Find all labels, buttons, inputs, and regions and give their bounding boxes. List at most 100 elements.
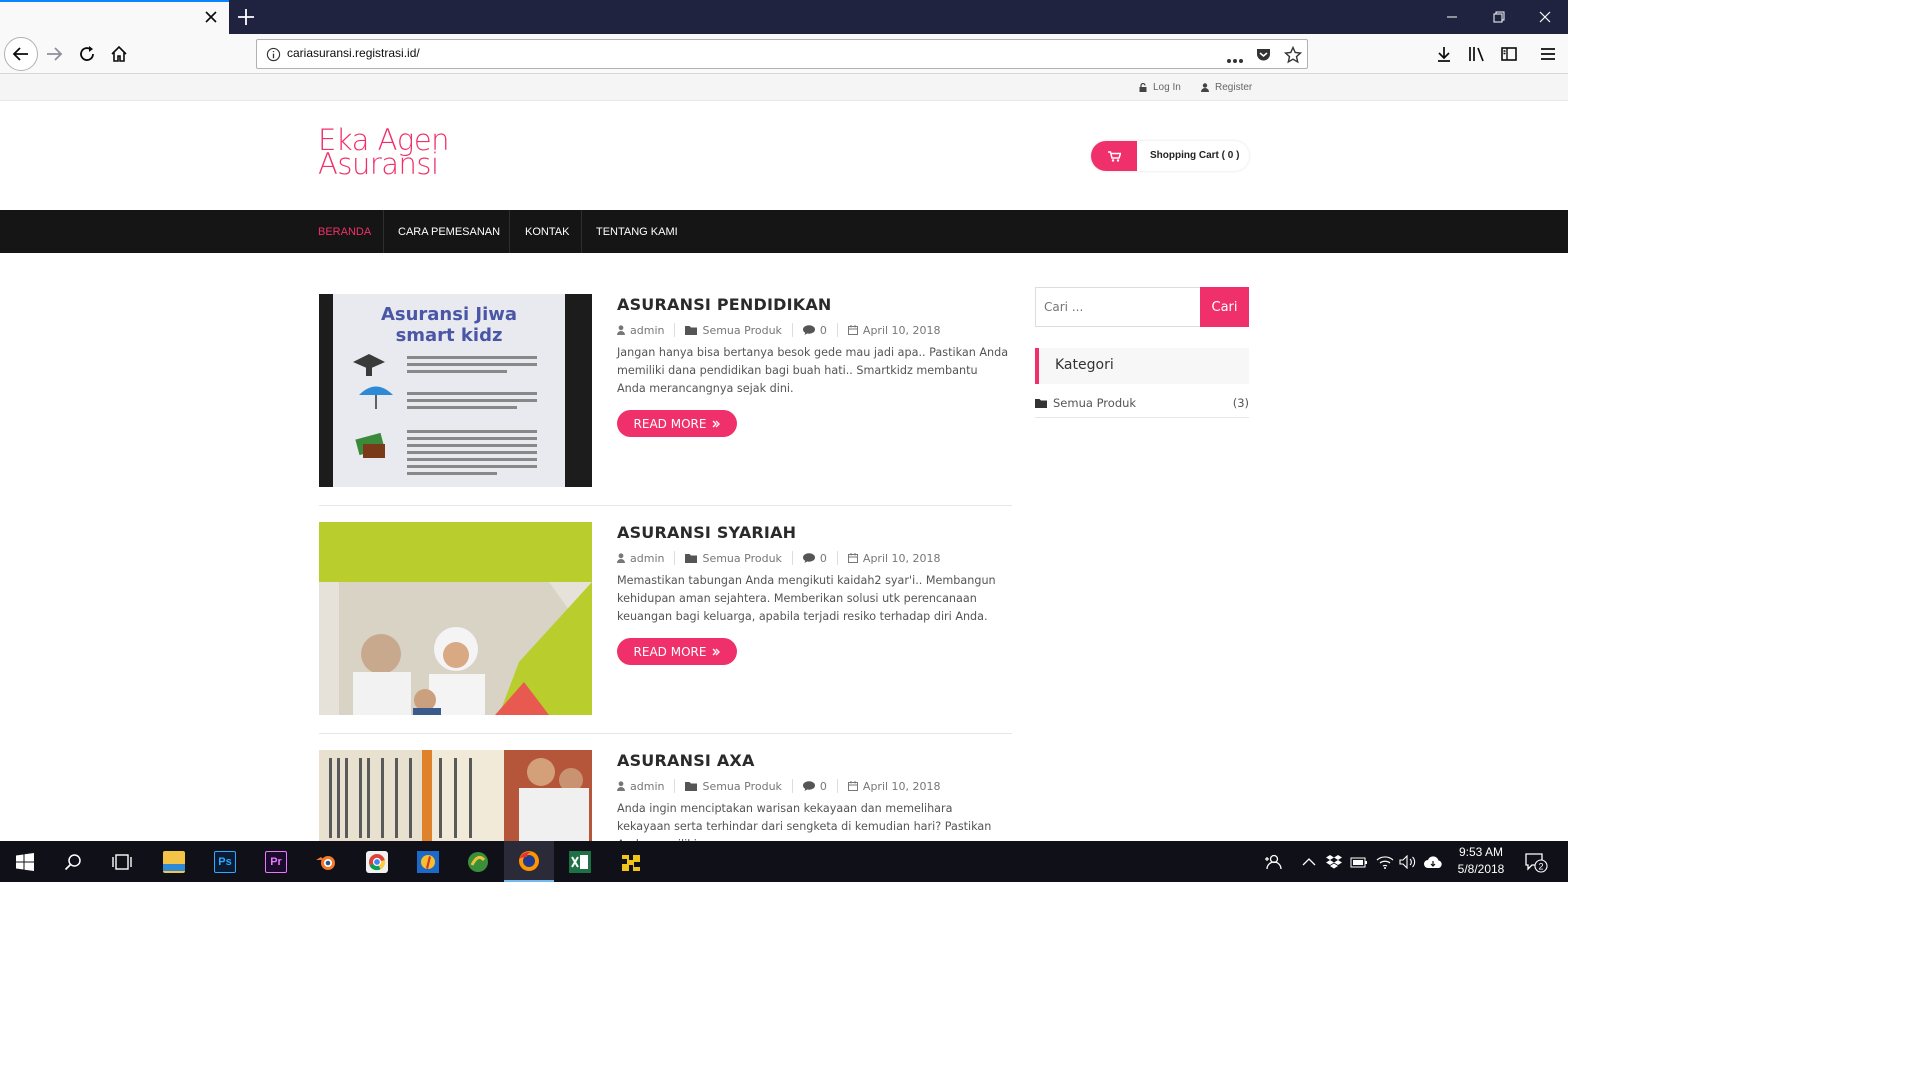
site-info-icon[interactable] xyxy=(266,47,281,66)
register-link[interactable]: Register xyxy=(1201,82,1252,93)
read-more-label[interactable]: READ MORE xyxy=(634,645,707,659)
post-title[interactable]: ASURANSI SYARIAH xyxy=(617,523,796,542)
search-icon[interactable] xyxy=(48,841,98,882)
more-actions-icon[interactable] xyxy=(1226,50,1244,69)
system-clock[interactable]: 9:53 AM 5/8/2018 xyxy=(1448,844,1514,878)
new-tab-icon[interactable] xyxy=(236,7,256,27)
author-name[interactable]: admin xyxy=(630,324,664,337)
post-date: April 10, 2018 xyxy=(847,551,941,565)
category-item-name[interactable]: Semua Produk xyxy=(1053,396,1136,410)
shopping-cart-button[interactable]: Shopping Cart ( 0 ) xyxy=(1091,141,1249,171)
site-logo[interactable]: Eka Agen Asuransi xyxy=(318,126,558,179)
firefox-icon[interactable] xyxy=(504,841,554,882)
read-more-button[interactable]: READ MORE xyxy=(617,638,737,665)
restore-icon[interactable] xyxy=(1475,0,1522,34)
category-name[interactable]: Semua Produk xyxy=(702,780,781,793)
top-bar: Log In Register xyxy=(0,74,1568,101)
sidebar-icon[interactable] xyxy=(1493,38,1525,70)
post-title[interactable]: ASURANSI AXA xyxy=(617,751,755,770)
chrome-icon[interactable] xyxy=(352,841,402,882)
brand-line-2[interactable]: Asuransi xyxy=(318,150,558,179)
category-name[interactable]: Semua Produk xyxy=(702,324,781,337)
comment-count[interactable]: 0 xyxy=(820,780,827,793)
login-label[interactable]: Log In xyxy=(1153,82,1181,93)
category-heading: Kategori xyxy=(1055,357,1114,373)
browser-tab[interactable] xyxy=(0,0,229,34)
volume-icon[interactable] xyxy=(1399,841,1417,882)
main-menu: BERANDA CARA PEMESANAN KONTAK TENTANG KA… xyxy=(0,210,1568,253)
cart-icon[interactable] xyxy=(1091,141,1137,171)
search-form: Cari xyxy=(1035,287,1249,327)
task-view-icon[interactable] xyxy=(97,841,147,882)
post-comments[interactable]: 0 xyxy=(802,552,827,565)
menu-icon[interactable] xyxy=(1532,38,1564,70)
post-category[interactable]: Semua Produk xyxy=(685,552,782,565)
app-icon[interactable] xyxy=(403,841,453,882)
category-item[interactable]: Semua Produk (3) xyxy=(1035,394,1249,418)
menu-item-beranda[interactable]: BERANDA xyxy=(318,210,371,253)
clock-time[interactable]: 9:53 AM xyxy=(1448,844,1514,861)
clock-date[interactable]: 5/8/2018 xyxy=(1448,861,1514,878)
comment-count[interactable]: 0 xyxy=(820,324,827,337)
search-button[interactable]: Cari xyxy=(1200,287,1249,327)
post-thumbnail-pendidikan[interactable]: Asuransi Jiwa smart kidz xyxy=(319,294,592,487)
forward-icon[interactable] xyxy=(38,38,70,70)
photoshop-icon[interactable]: Ps xyxy=(200,841,250,882)
author-name[interactable]: admin xyxy=(630,780,664,793)
post-thumbnail-syariah[interactable] xyxy=(319,522,592,715)
dropbox-icon[interactable] xyxy=(1326,841,1342,882)
premiere-icon[interactable]: Pr xyxy=(251,841,301,882)
app-icon-2[interactable] xyxy=(606,841,656,882)
wifi-icon[interactable] xyxy=(1376,841,1394,882)
browser-tab-strip xyxy=(0,0,1568,34)
search-input[interactable] xyxy=(1035,287,1201,327)
menu-item-tentang-kami[interactable]: TENTANG KAMI xyxy=(596,210,678,253)
pocket-icon[interactable] xyxy=(1255,46,1272,67)
close-window-icon[interactable] xyxy=(1521,0,1568,34)
sketchup-icon[interactable] xyxy=(453,841,503,882)
post-author[interactable]: admin xyxy=(617,780,664,793)
login-link[interactable]: Log In xyxy=(1139,82,1181,93)
post-author[interactable]: admin xyxy=(617,552,664,565)
people-icon[interactable] xyxy=(1264,841,1282,882)
close-tab-icon[interactable] xyxy=(203,9,219,25)
bookmark-star-icon[interactable] xyxy=(1283,45,1303,68)
cart-label[interactable]: Shopping Cart ( 0 ) xyxy=(1150,150,1239,161)
blender-icon[interactable] xyxy=(302,841,352,882)
post-comments[interactable]: 0 xyxy=(802,780,827,793)
post-category[interactable]: Semua Produk xyxy=(685,324,782,337)
library-icon[interactable] xyxy=(1461,38,1493,70)
minimize-icon[interactable] xyxy=(1428,0,1475,34)
meta-divider xyxy=(674,551,676,565)
date-text: April 10, 2018 xyxy=(862,551,941,565)
start-icon[interactable] xyxy=(0,841,50,882)
post-thumbnail-axa[interactable] xyxy=(319,750,592,841)
comment-icon xyxy=(802,325,815,335)
menu-item-kontak[interactable]: KONTAK xyxy=(525,210,569,253)
cloud-icon[interactable] xyxy=(1423,841,1443,882)
reload-icon[interactable] xyxy=(71,38,103,70)
category-item-count: (3) xyxy=(1232,396,1249,410)
post-comments[interactable]: 0 xyxy=(802,324,827,337)
url-text[interactable]: cariasuransi.registrasi.id/ xyxy=(287,46,420,60)
post-title[interactable]: ASURANSI PENDIDIKAN xyxy=(617,295,832,314)
downloads-icon[interactable] xyxy=(1428,38,1460,70)
read-more-button[interactable]: READ MORE xyxy=(617,410,737,437)
comment-count[interactable]: 0 xyxy=(820,552,827,565)
author-name[interactable]: admin xyxy=(630,552,664,565)
thumb-title-2: smart kidz xyxy=(396,325,503,346)
excel-icon[interactable] xyxy=(555,841,605,882)
address-bar[interactable]: cariasuransi.registrasi.id/ xyxy=(256,39,1308,69)
file-explorer-icon[interactable] xyxy=(149,841,199,882)
home-icon[interactable] xyxy=(103,38,135,70)
category-name[interactable]: Semua Produk xyxy=(702,552,781,565)
back-icon[interactable] xyxy=(4,37,38,71)
notification-center-icon[interactable]: 2 xyxy=(1524,841,1548,882)
post-author[interactable]: admin xyxy=(617,324,664,337)
battery-icon[interactable] xyxy=(1350,841,1368,882)
menu-item-cara-pemesanan[interactable]: CARA PEMESANAN xyxy=(398,210,500,253)
read-more-label[interactable]: READ MORE xyxy=(634,417,707,431)
chevron-up-icon[interactable] xyxy=(1302,841,1316,882)
post-category[interactable]: Semua Produk xyxy=(685,780,782,793)
register-label[interactable]: Register xyxy=(1215,82,1252,93)
